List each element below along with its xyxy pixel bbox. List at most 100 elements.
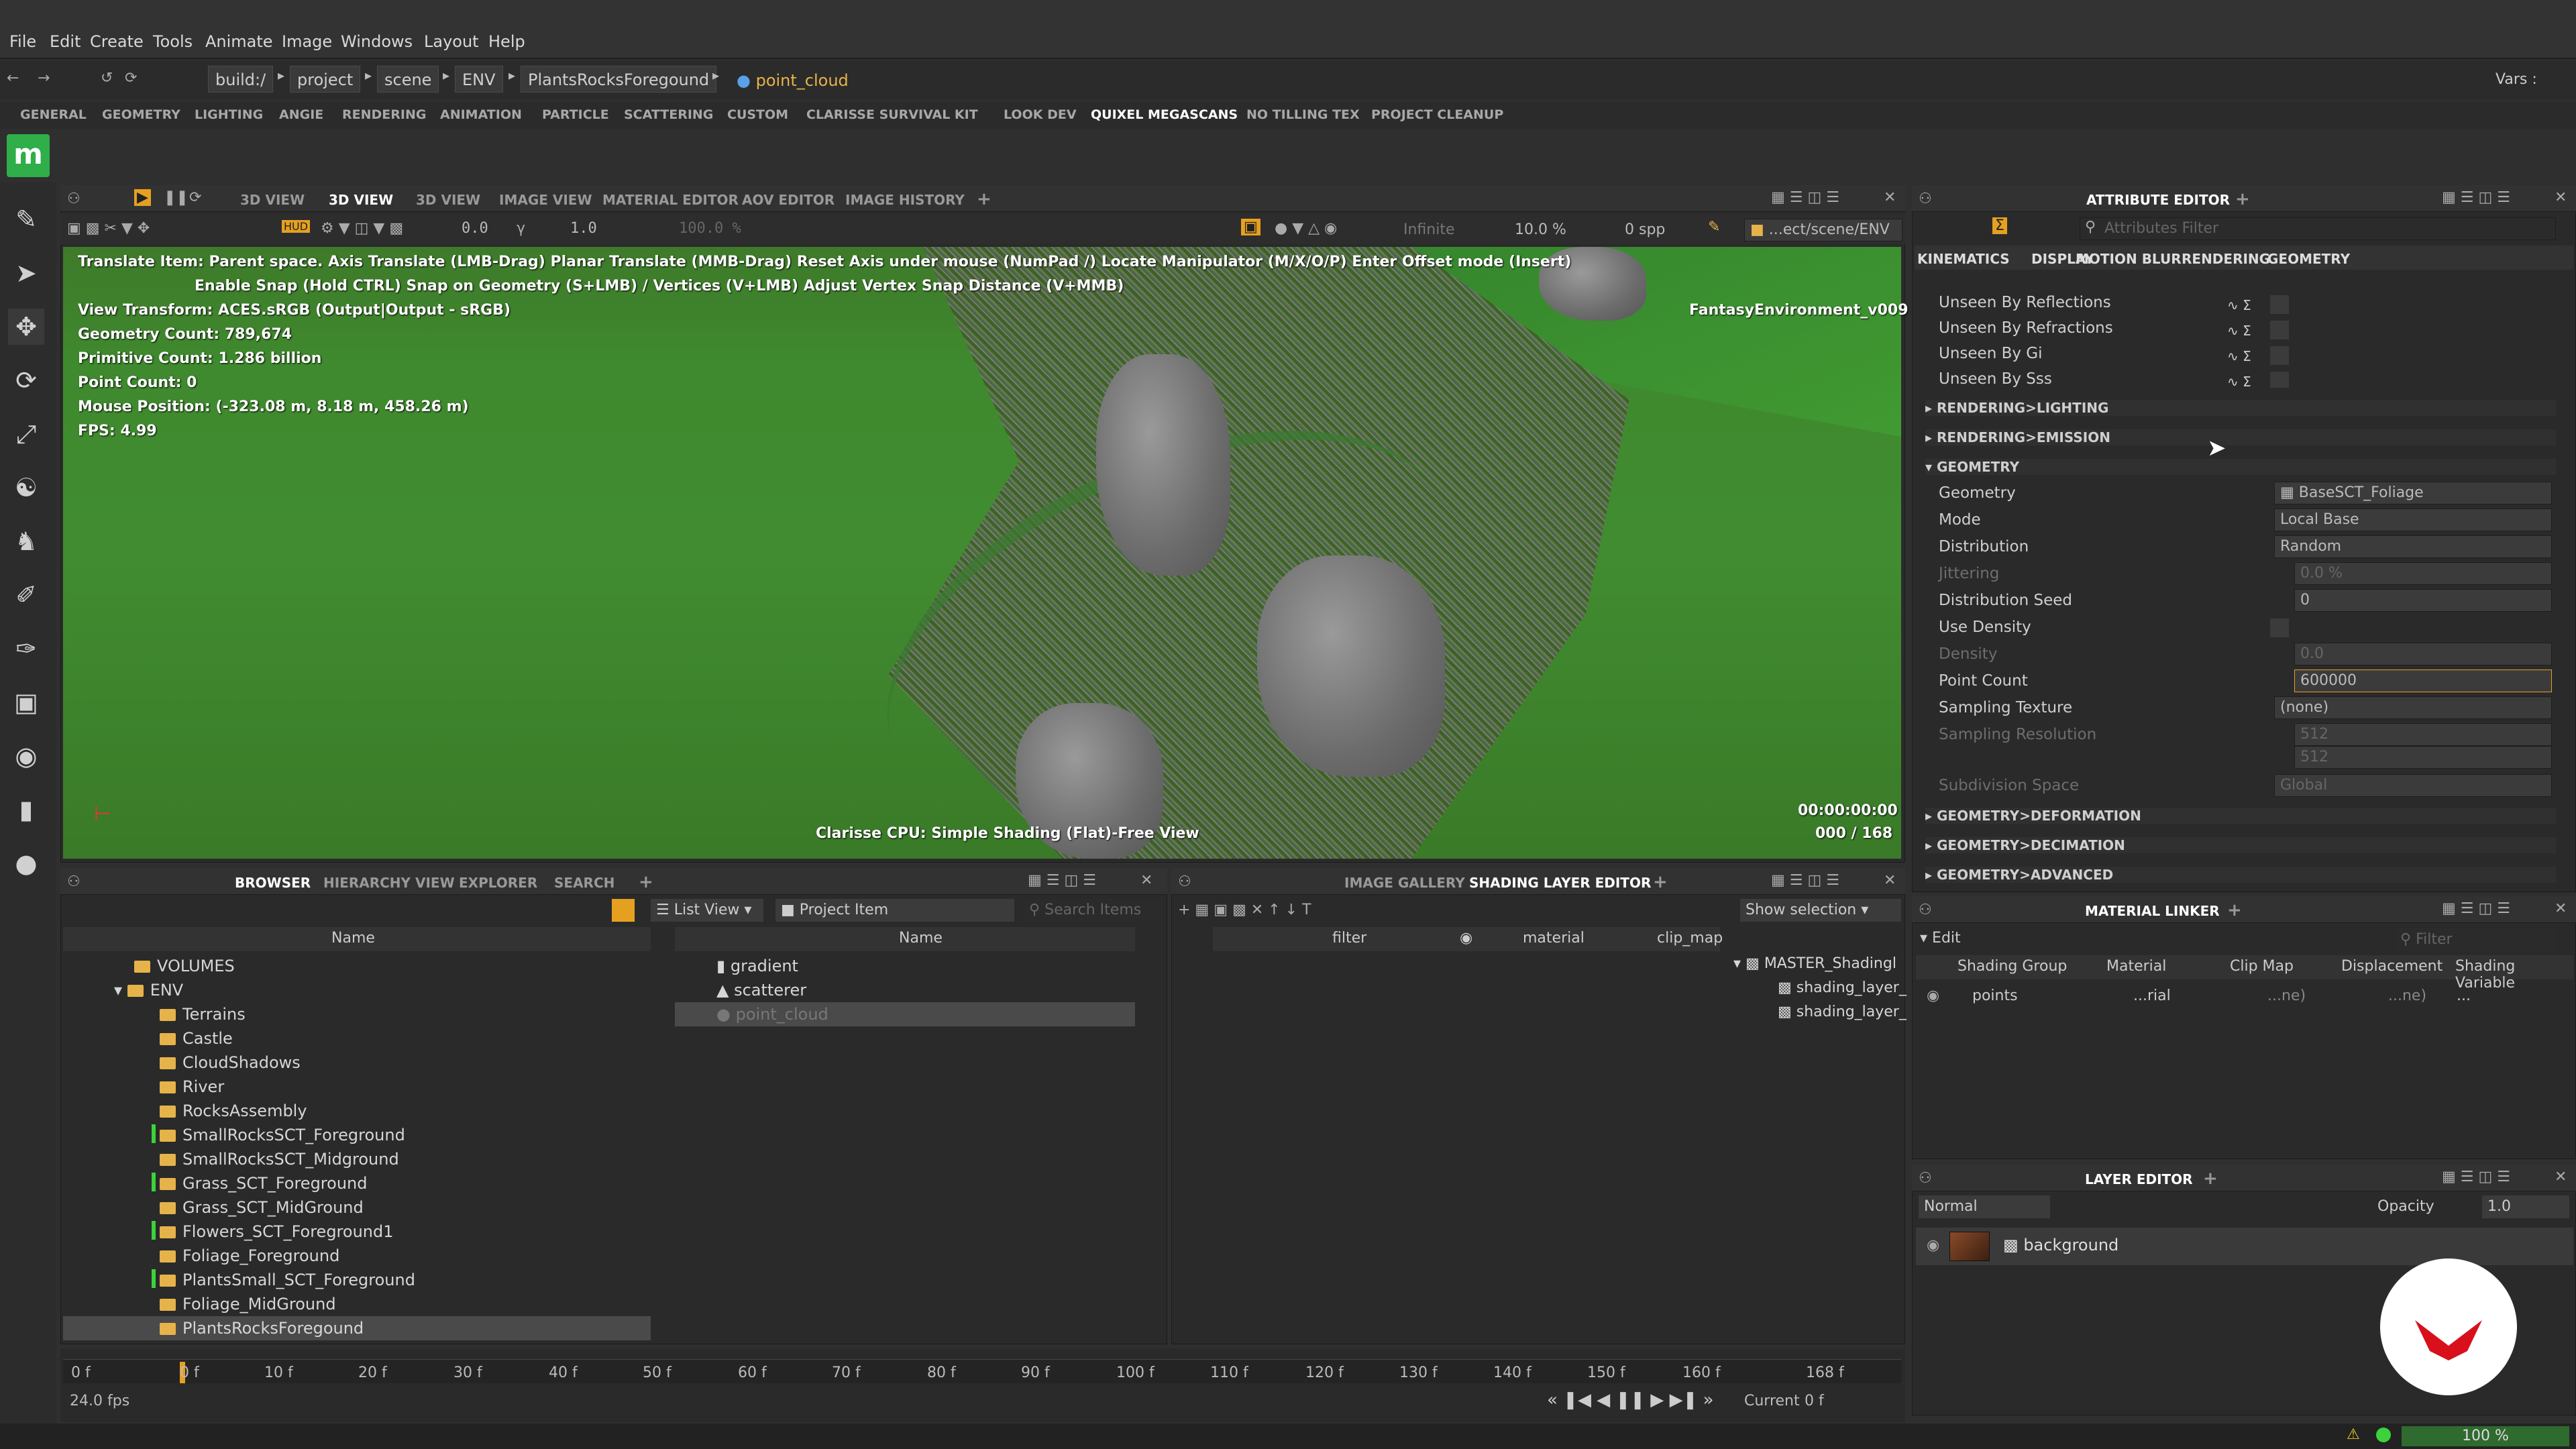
list-item-selected[interactable]: ● point_cloud	[716, 1005, 828, 1024]
tab-kinematics[interactable]: KINEMATICS	[1917, 251, 2010, 267]
sigma-icon[interactable]: Σ	[1992, 217, 2007, 234]
close-icon[interactable]: ✕	[1884, 872, 1896, 889]
play-icon[interactable]: ▶	[134, 189, 151, 206]
warning-icon[interactable]: ⚠	[2347, 1426, 2360, 1443]
layout-grid-icon[interactable]: ▦ ☰ ◫ ☰	[2442, 1169, 2510, 1185]
tab-shading-layer-editor[interactable]: SHADING LAYER EDITOR	[1469, 875, 1651, 891]
tab-browser[interactable]: BROWSER	[235, 875, 311, 891]
col-displacement[interactable]: Displacement	[2341, 958, 2443, 975]
vars-button[interactable]: Vars :	[2496, 71, 2537, 88]
shading-tree-item[interactable]: ▩ shading_layer_	[1778, 1004, 1907, 1020]
col-material[interactable]: Material	[2106, 958, 2166, 975]
tree-item-selected[interactable]: PlantsRocksForegound	[160, 1319, 364, 1338]
display-icons[interactable]: ⚙ ▼ ◫ ▼ ▩	[321, 220, 403, 237]
shelf-megascans[interactable]: QUIXEL MEGASCANS	[1091, 107, 1238, 122]
shelf-survival-kit[interactable]: CLARISSE SURVIVAL KIT	[806, 107, 978, 122]
tree-item[interactable]: Grass_SCT_Foreground	[160, 1174, 367, 1193]
tab-image-view[interactable]: IMAGE VIEW	[499, 192, 592, 208]
add-tab-button[interactable]: +	[639, 872, 653, 892]
tree-item[interactable]: Flowers_SCT_Foreground1	[160, 1222, 394, 1241]
close-icon[interactable]: ✕	[2555, 189, 2567, 206]
shelf-no-tiling[interactable]: NO TILLING TEX	[1246, 107, 1360, 122]
material-linker-filter[interactable]: ⚲ Filter	[2395, 928, 2556, 951]
ruler-icon[interactable]: ▮	[8, 792, 44, 828]
show-selection-dropdown[interactable]: Show selection ▾	[1740, 899, 1901, 922]
tab-aov-editor[interactable]: AOV EDITOR	[742, 192, 835, 208]
brush-icon[interactable]: ✑	[8, 631, 44, 667]
current-item[interactable]: ● point_cloud	[737, 67, 849, 94]
refresh-icon[interactable]: ⟳	[189, 189, 201, 206]
infinite-label[interactable]: Infinite	[1403, 221, 1455, 238]
tab-3dview-2[interactable]: 3D VIEW	[329, 192, 393, 208]
gamma-value[interactable]: 1.0	[570, 220, 597, 237]
shelf-animation[interactable]: ANIMATION	[440, 107, 522, 122]
tab-geometry[interactable]: GEOMETRY	[2267, 251, 2350, 267]
tree-item[interactable]: Grass_SCT_MidGround	[160, 1198, 364, 1217]
scale-icon[interactable]: ⤢	[8, 416, 44, 452]
shelf-lighting[interactable]: LIGHTING	[195, 107, 263, 122]
tree-item[interactable]: RocksAssembly	[160, 1102, 307, 1120]
menu-image[interactable]: Image	[282, 32, 332, 51]
lock-icon[interactable]: ⚇	[67, 873, 80, 890]
add-tab-button[interactable]: +	[2235, 189, 2250, 209]
add-tab-button[interactable]: +	[2227, 900, 2242, 920]
spp-value[interactable]: 0 spp	[1625, 221, 1665, 238]
attr-sampling-resolution-x[interactable]: 512	[2294, 723, 2552, 746]
tab-explorer[interactable]: EXPLORER	[459, 875, 537, 891]
attr-density-field[interactable]: 0.0	[2294, 643, 2552, 665]
crumb-project[interactable]: project	[290, 66, 361, 93]
crumb-scene[interactable]: scene	[377, 66, 439, 93]
section-geometry-decimation[interactable]: ▸ GEOMETRY>DECIMATION	[1925, 837, 2556, 853]
3d-viewport[interactable]	[63, 247, 1901, 859]
layout-grid-icon[interactable]: ▦ ☰ ◫ ☰	[1771, 189, 1839, 206]
tree-item[interactable]: VOLUMES	[134, 957, 235, 975]
col-material[interactable]: material	[1523, 930, 1585, 947]
attr-sampling-resolution-y[interactable]: 512	[2294, 746, 2552, 769]
tab-rendering[interactable]: RENDERING	[2182, 251, 2270, 267]
section-geometry[interactable]: ▾ GEOMETRY	[1925, 459, 2556, 475]
tab-hierarchy-view[interactable]: HIERARCHY VIEW	[323, 875, 455, 891]
forward-arrow-icon[interactable]: →	[38, 70, 50, 87]
layout-grid-icon[interactable]: ▦ ☰ ◫ ☰	[1028, 872, 1096, 889]
shelf-general[interactable]: GENERAL	[20, 107, 87, 122]
col-filter[interactable]: filter	[1332, 930, 1366, 947]
linker-group-value[interactable]: points	[1972, 987, 2018, 1004]
select-arrow-icon[interactable]: ➤	[8, 255, 44, 291]
list-name-column[interactable]: Name	[899, 930, 943, 947]
menu-file[interactable]: File	[9, 32, 36, 51]
shelf-rendering[interactable]: RENDERING	[342, 107, 426, 122]
tree-item[interactable]: SmallRocksSCT_Midground	[160, 1150, 399, 1169]
attribute-editor-title[interactable]: ATTRIBUTE EDITOR	[2086, 192, 2230, 208]
linker-clip-value[interactable]: ...ne)	[2267, 987, 2306, 1004]
attr-sampling-texture-field[interactable]: (none)	[2274, 696, 2552, 719]
linker-var-value[interactable]: ...	[2457, 987, 2471, 1004]
attr-jittering-field[interactable]: 0.0 %	[2294, 562, 2552, 585]
lock-icon[interactable]: ⚇	[1919, 902, 1932, 918]
close-icon[interactable]: ✕	[2555, 900, 2567, 917]
shelf-geometry[interactable]: GEOMETRY	[102, 107, 180, 122]
menu-layout[interactable]: Layout	[424, 32, 479, 51]
lock-icon[interactable]: ⚇	[1178, 873, 1191, 890]
section-rendering-emission[interactable]: ▸ RENDERING>EMISSION	[1925, 429, 2556, 445]
layer-name[interactable]: ▩ background	[2003, 1236, 2118, 1254]
transport-controls-icon[interactable]: « ❚◀ ◀ ❚❚ ▶ ▶❚ »	[1547, 1390, 1714, 1410]
eye-icon[interactable]: ◉	[1927, 987, 1939, 1004]
list-item[interactable]: ▮ gradient	[716, 957, 798, 975]
lock-icon[interactable]: ⚇	[1919, 191, 1932, 207]
col-shading-variable[interactable]: Shading Variable	[2455, 958, 2576, 991]
tree-item[interactable]: Foliage_Foreground	[160, 1246, 339, 1265]
menu-help[interactable]: Help	[488, 32, 525, 51]
menu-windows[interactable]: Windows	[341, 32, 413, 51]
shelf-particle[interactable]: PARTICLE	[542, 107, 609, 122]
history-icon[interactable]: ↺	[101, 70, 113, 87]
app-logo[interactable]: m	[7, 134, 50, 177]
tab-3dview-3[interactable]: 3D VIEW	[416, 192, 480, 208]
menu-animate[interactable]: Animate	[205, 32, 273, 51]
tab-motion-blur[interactable]: MOTION BLUR	[2076, 251, 2182, 267]
tree-name-column[interactable]: Name	[331, 930, 375, 947]
layout-grid-icon[interactable]: ▦ ☰ ◫ ☰	[2442, 900, 2510, 917]
close-icon[interactable]: ✕	[1140, 872, 1152, 889]
add-tab-button[interactable]: +	[2203, 1169, 2218, 1189]
time-ruler[interactable]	[63, 1359, 1901, 1383]
attr-seed-field[interactable]: 0	[2294, 589, 2552, 612]
